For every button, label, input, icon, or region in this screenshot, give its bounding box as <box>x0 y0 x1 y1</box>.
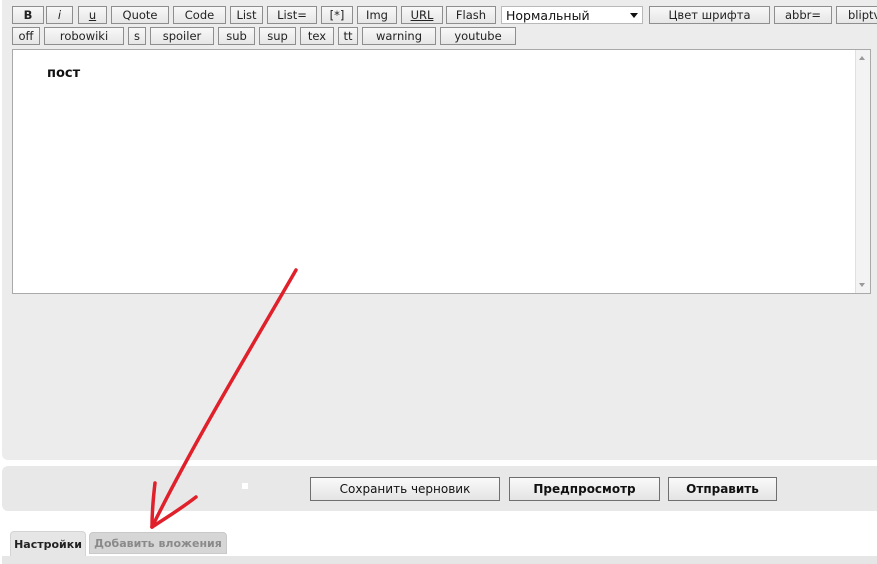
scroll-up-icon[interactable] <box>859 56 865 60</box>
url-button[interactable]: URL <box>401 6 443 24</box>
img-button[interactable]: Img <box>357 6 397 24</box>
list-ordered-button[interactable]: List= <box>267 6 317 24</box>
quote-button[interactable]: Quote <box>111 6 169 24</box>
abbr-button[interactable]: abbr= <box>774 6 832 24</box>
font-color-button[interactable]: Цвет шрифта <box>649 6 770 24</box>
textarea-scrollbar[interactable] <box>855 50 870 293</box>
underline-button[interactable]: u <box>78 6 107 24</box>
tab-add-attachments[interactable]: Добавить вложения <box>89 532 227 554</box>
superscript-button[interactable]: sup <box>259 27 296 45</box>
teletype-button[interactable]: tt <box>338 27 358 45</box>
strike-button[interactable]: s <box>128 27 146 45</box>
font-size-value: Нормальный <box>506 7 590 23</box>
small-checkbox[interactable] <box>242 483 248 489</box>
scroll-down-icon[interactable] <box>859 283 865 287</box>
code-button[interactable]: Code <box>173 6 226 24</box>
tex-button[interactable]: tex <box>300 27 334 45</box>
robowiki-button[interactable]: robowiki <box>44 27 124 45</box>
url-label: URL <box>410 8 434 22</box>
tab-content-panel <box>2 556 877 564</box>
subscript-button[interactable]: sub <box>218 27 255 45</box>
post-text: пост <box>47 66 81 81</box>
font-size-select[interactable]: Нормальный <box>501 6 643 24</box>
post-textarea[interactable]: пост <box>12 49 871 294</box>
underline-label: u <box>88 8 97 22</box>
bold-button[interactable]: B <box>12 6 44 24</box>
flash-button[interactable]: Flash <box>446 6 496 24</box>
spoiler-button[interactable]: spoiler <box>150 27 214 45</box>
bliptv-button[interactable]: bliptv <box>836 6 877 24</box>
off-button[interactable]: off <box>12 27 40 45</box>
italic-button[interactable]: i <box>46 6 73 24</box>
youtube-button[interactable]: youtube <box>440 27 516 45</box>
chevron-down-icon <box>630 13 638 18</box>
submit-button[interactable]: Отправить <box>668 477 777 501</box>
save-draft-button[interactable]: Сохранить черновик <box>310 477 500 501</box>
warning-button[interactable]: warning <box>362 27 436 45</box>
tab-settings[interactable]: Настройки <box>10 531 86 557</box>
post-editor-page: B i u Quote Code List List= [*] Img URL … <box>0 0 877 564</box>
preview-button[interactable]: Предпросмотр <box>509 477 660 501</box>
list-item-button[interactable]: [*] <box>321 6 353 24</box>
list-button[interactable]: List <box>230 6 263 24</box>
